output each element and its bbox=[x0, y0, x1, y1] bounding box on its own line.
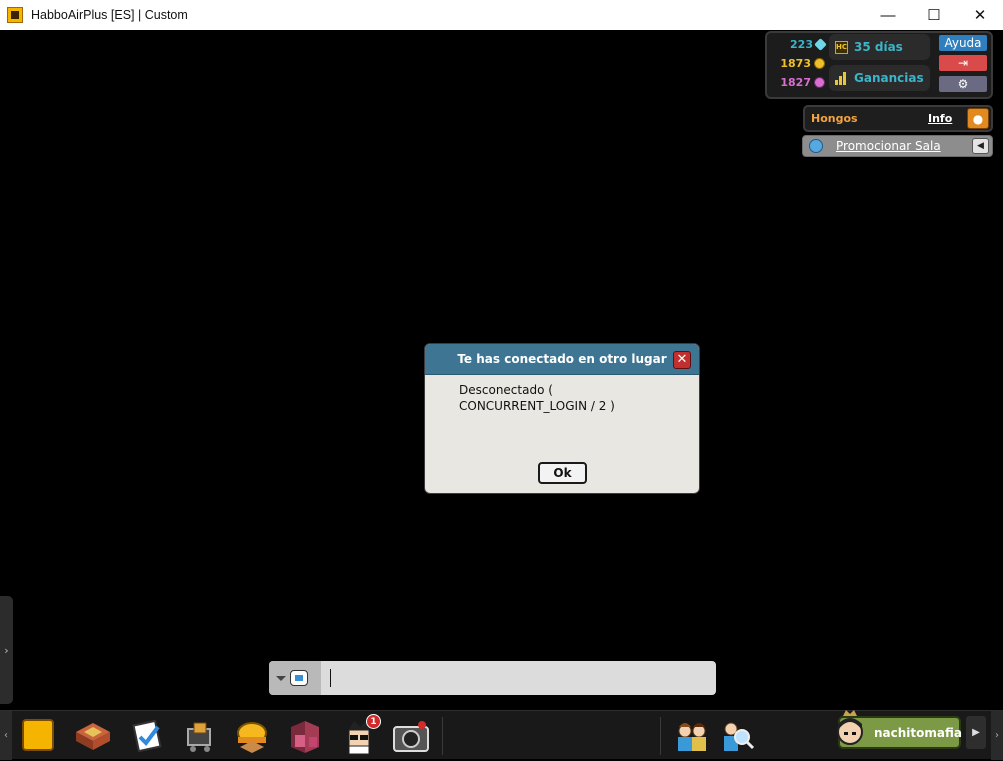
coin-icon bbox=[814, 58, 825, 69]
app-icon bbox=[7, 7, 23, 23]
text-cursor bbox=[330, 669, 331, 687]
logout-button[interactable]: ⇥ bbox=[939, 55, 987, 71]
habbo-logo-icon[interactable] bbox=[22, 719, 54, 751]
earnings-button[interactable]: Ganancias bbox=[829, 65, 930, 91]
dialog-title: Te has conectado en otro lugar bbox=[457, 352, 667, 366]
dialog-header[interactable]: Te has conectado en otro lugar ✕ bbox=[425, 344, 699, 375]
builder-icon[interactable] bbox=[232, 717, 272, 755]
help-button[interactable]: Ayuda bbox=[939, 35, 987, 51]
ducket-icon bbox=[814, 77, 825, 88]
window-title: HabboAirPlus [ES] | Custom bbox=[31, 8, 188, 22]
user-menu-arrow[interactable]: ▶ bbox=[966, 716, 986, 749]
duckets-counter[interactable]: 1827 bbox=[775, 76, 825, 89]
catalog-icon[interactable] bbox=[128, 717, 168, 755]
currency-hud: 223 1873 1827 HC 35 días Ganancias Ayuda… bbox=[765, 31, 993, 99]
rooms-icon[interactable] bbox=[72, 717, 112, 755]
earnings-label: Ganancias bbox=[854, 71, 924, 85]
diamonds-value: 223 bbox=[790, 38, 813, 51]
disconnected-dialog: Te has conectado en otro lugar ✕ Descone… bbox=[424, 343, 700, 494]
earnings-icon bbox=[835, 71, 848, 85]
globe-icon bbox=[809, 139, 823, 153]
hc-days: 35 días bbox=[854, 40, 903, 54]
close-window-button[interactable]: ✕ bbox=[957, 0, 1003, 30]
diamond-icon bbox=[814, 38, 827, 51]
promote-room-label[interactable]: Promocionar Sala bbox=[836, 139, 941, 153]
friends-icon[interactable] bbox=[672, 717, 712, 755]
hongos-info-link[interactable]: Info bbox=[928, 112, 952, 125]
left-drawer-toggle[interactable]: › bbox=[0, 596, 13, 704]
dialog-message-line1: Desconectado ( bbox=[459, 383, 553, 397]
dialog-message: Desconectado ( CONCURRENT_LOGIN / 2 ) bbox=[425, 375, 699, 414]
search-friends-icon[interactable] bbox=[718, 717, 758, 755]
chat-style-selector[interactable] bbox=[269, 661, 321, 695]
credits-value: 1873 bbox=[780, 57, 811, 70]
hc-club-button[interactable]: HC 35 días bbox=[829, 34, 930, 60]
gear-icon: ⚙ bbox=[957, 77, 969, 91]
credits-counter[interactable]: 1873 bbox=[775, 57, 825, 70]
window-titlebar: HabboAirPlus [ES] | Custom — ☐ ✕ bbox=[0, 0, 1003, 30]
hongos-label: Hongos bbox=[811, 112, 858, 125]
chat-bar bbox=[269, 661, 716, 695]
shop-icon[interactable] bbox=[180, 717, 220, 755]
chevron-down-icon bbox=[276, 675, 286, 681]
dialog-close-button[interactable]: ✕ bbox=[673, 351, 691, 369]
mushroom-icon[interactable]: ● bbox=[967, 108, 989, 129]
toolbar-divider bbox=[660, 717, 661, 755]
ok-button[interactable]: Ok bbox=[538, 462, 587, 484]
minimize-button[interactable]: — bbox=[865, 0, 911, 30]
maximize-button[interactable]: ☐ bbox=[911, 0, 957, 30]
chevron-right-icon: › bbox=[4, 643, 9, 657]
dialog-message-line2: CONCURRENT_LOGIN / 2 ) bbox=[459, 399, 615, 413]
promote-room-bar[interactable]: Promocionar Sala ◀ bbox=[802, 135, 993, 157]
logout-icon: ⇥ bbox=[957, 56, 969, 70]
inventory-icon[interactable] bbox=[283, 717, 323, 755]
avatar[interactable] bbox=[833, 710, 867, 752]
toolbar-left-arrow[interactable]: ‹ bbox=[0, 711, 12, 760]
diamonds-counter[interactable]: 223 bbox=[775, 38, 827, 51]
window-controls: — ☐ ✕ bbox=[865, 0, 1003, 30]
hongos-bar: Hongos Info ● bbox=[803, 105, 993, 132]
notification-badge: 1 bbox=[366, 714, 381, 729]
chat-input[interactable] bbox=[328, 666, 708, 690]
toolbar-right-arrow[interactable]: › bbox=[991, 711, 1003, 760]
chat-bubble-icon bbox=[290, 670, 308, 686]
hc-icon: HC bbox=[835, 40, 848, 54]
camera-icon[interactable] bbox=[390, 717, 430, 755]
duckets-value: 1827 bbox=[780, 76, 811, 89]
toolbar-divider bbox=[442, 717, 443, 755]
username: nachitomafia bbox=[874, 725, 962, 740]
collapse-arrow-icon[interactable]: ◀ bbox=[972, 138, 989, 154]
settings-button[interactable]: ⚙ bbox=[939, 76, 987, 92]
